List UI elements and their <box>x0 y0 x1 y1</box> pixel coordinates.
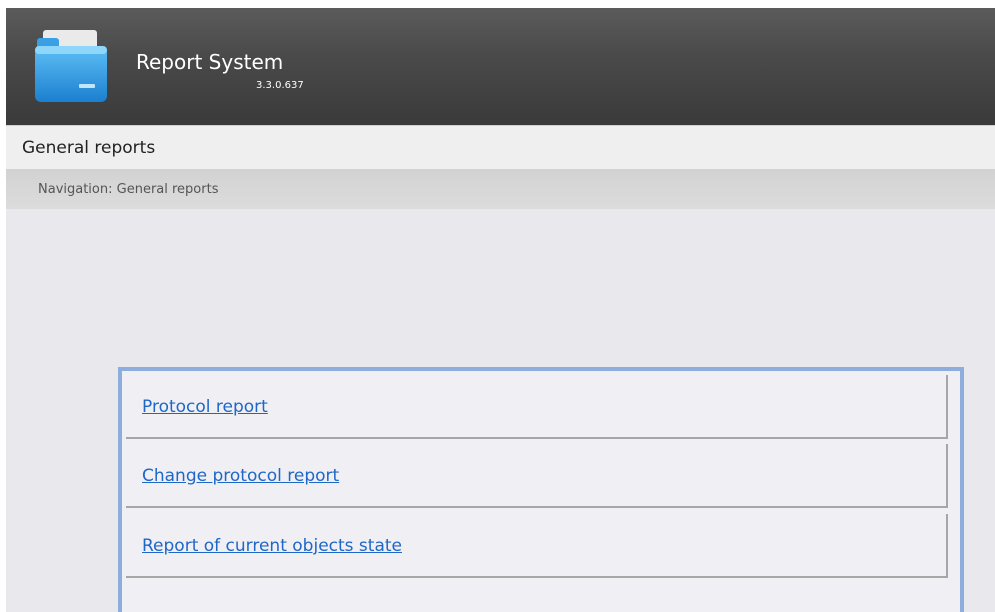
app-title: Report System <box>136 50 284 74</box>
app-header: Report System 3.3.0.637 <box>6 8 995 125</box>
report-list-panel: Protocol report Change protocol report R… <box>118 367 964 612</box>
report-item-objects-state: Report of current objects state <box>126 514 948 578</box>
report-link-protocol[interactable]: Protocol report <box>142 397 268 417</box>
report-item-protocol: Protocol report <box>126 375 948 439</box>
report-link-objects-state[interactable]: Report of current objects state <box>142 536 402 556</box>
breadcrumb-text: Navigation: General reports <box>38 182 219 197</box>
report-item-change-protocol: Change protocol report <box>126 444 948 508</box>
app-version: 3.3.0.637 <box>256 80 304 91</box>
section-bar: General reports <box>6 125 995 170</box>
main-content: Protocol report Change protocol report R… <box>6 209 995 612</box>
app-window: Report System 3.3.0.637 General reports … <box>0 0 995 612</box>
report-link-change-protocol[interactable]: Change protocol report <box>142 466 339 486</box>
folder-icon <box>35 30 107 102</box>
section-title: General reports <box>22 138 156 158</box>
breadcrumb: Navigation: General reports <box>6 169 995 209</box>
